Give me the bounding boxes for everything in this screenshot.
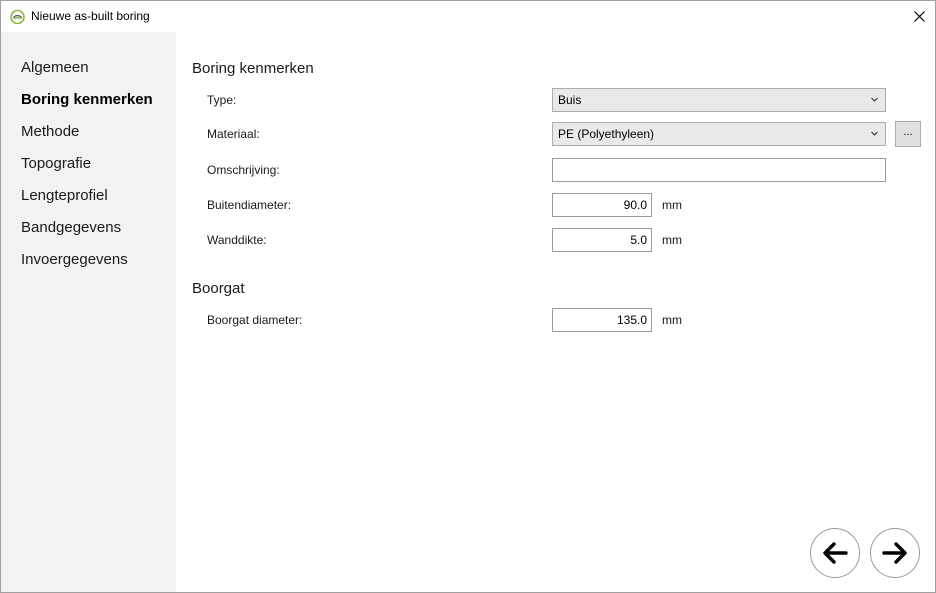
dialog-window: Nieuwe as-built boring Algemeen Boring k… xyxy=(0,0,936,593)
sidebar: Algemeen Boring kenmerken Methode Topogr… xyxy=(1,32,176,592)
section-title-boorgat: Boorgat xyxy=(192,280,245,297)
arrow-right-icon xyxy=(882,542,907,564)
buitendiameter-unit: mm xyxy=(662,198,682,212)
arrow-left-icon xyxy=(823,542,848,564)
buitendiameter-label: Buitendiameter: xyxy=(207,198,292,212)
boorgat-diameter-label: Boorgat diameter: xyxy=(207,313,303,327)
main-content: Boring kenmerken Type: Buis Materiaal: P… xyxy=(176,32,935,592)
back-button[interactable] xyxy=(810,528,860,578)
omschrijving-input[interactable] xyxy=(552,158,886,182)
boorgat-diameter-unit: mm xyxy=(662,313,682,327)
materiaal-dropdown[interactable]: PE (Polyethyleen) xyxy=(552,122,886,146)
chevron-down-icon xyxy=(871,131,878,136)
close-button[interactable] xyxy=(903,1,935,32)
section-title-boring-kenmerken: Boring kenmerken xyxy=(192,60,314,77)
app-logo-icon xyxy=(10,9,25,24)
boorgat-diameter-input[interactable]: 135.0 xyxy=(552,308,652,332)
materiaal-label: Materiaal: xyxy=(207,127,260,141)
wanddikte-label: Wanddikte: xyxy=(207,233,267,247)
wanddikte-unit: mm xyxy=(662,233,682,247)
chevron-down-icon xyxy=(871,97,878,102)
sidebar-item-boring-kenmerken[interactable]: Boring kenmerken xyxy=(21,91,153,108)
materiaal-dropdown-value: PE (Polyethyleen) xyxy=(558,127,655,141)
window-title: Nieuwe as-built boring xyxy=(31,9,150,23)
sidebar-item-lengteprofiel[interactable]: Lengteprofiel xyxy=(21,187,108,204)
sidebar-item-invoergegevens[interactable]: Invoergegevens xyxy=(21,251,128,268)
wanddikte-input[interactable]: 5.0 xyxy=(552,228,652,252)
type-dropdown[interactable]: Buis xyxy=(552,88,886,112)
title-bar: Nieuwe as-built boring xyxy=(1,1,935,32)
close-icon xyxy=(913,11,925,22)
materiaal-browse-button[interactable]: ... xyxy=(895,121,921,147)
sidebar-item-methode[interactable]: Methode xyxy=(21,123,79,140)
sidebar-item-bandgegevens[interactable]: Bandgegevens xyxy=(21,219,121,236)
omschrijving-label: Omschrijving: xyxy=(207,163,280,177)
type-label: Type: xyxy=(207,93,237,107)
next-button[interactable] xyxy=(870,528,920,578)
buitendiameter-input[interactable]: 90.0 xyxy=(552,193,652,217)
sidebar-item-topografie[interactable]: Topografie xyxy=(21,155,91,172)
type-dropdown-value: Buis xyxy=(558,93,582,107)
sidebar-item-algemeen[interactable]: Algemeen xyxy=(21,59,89,76)
